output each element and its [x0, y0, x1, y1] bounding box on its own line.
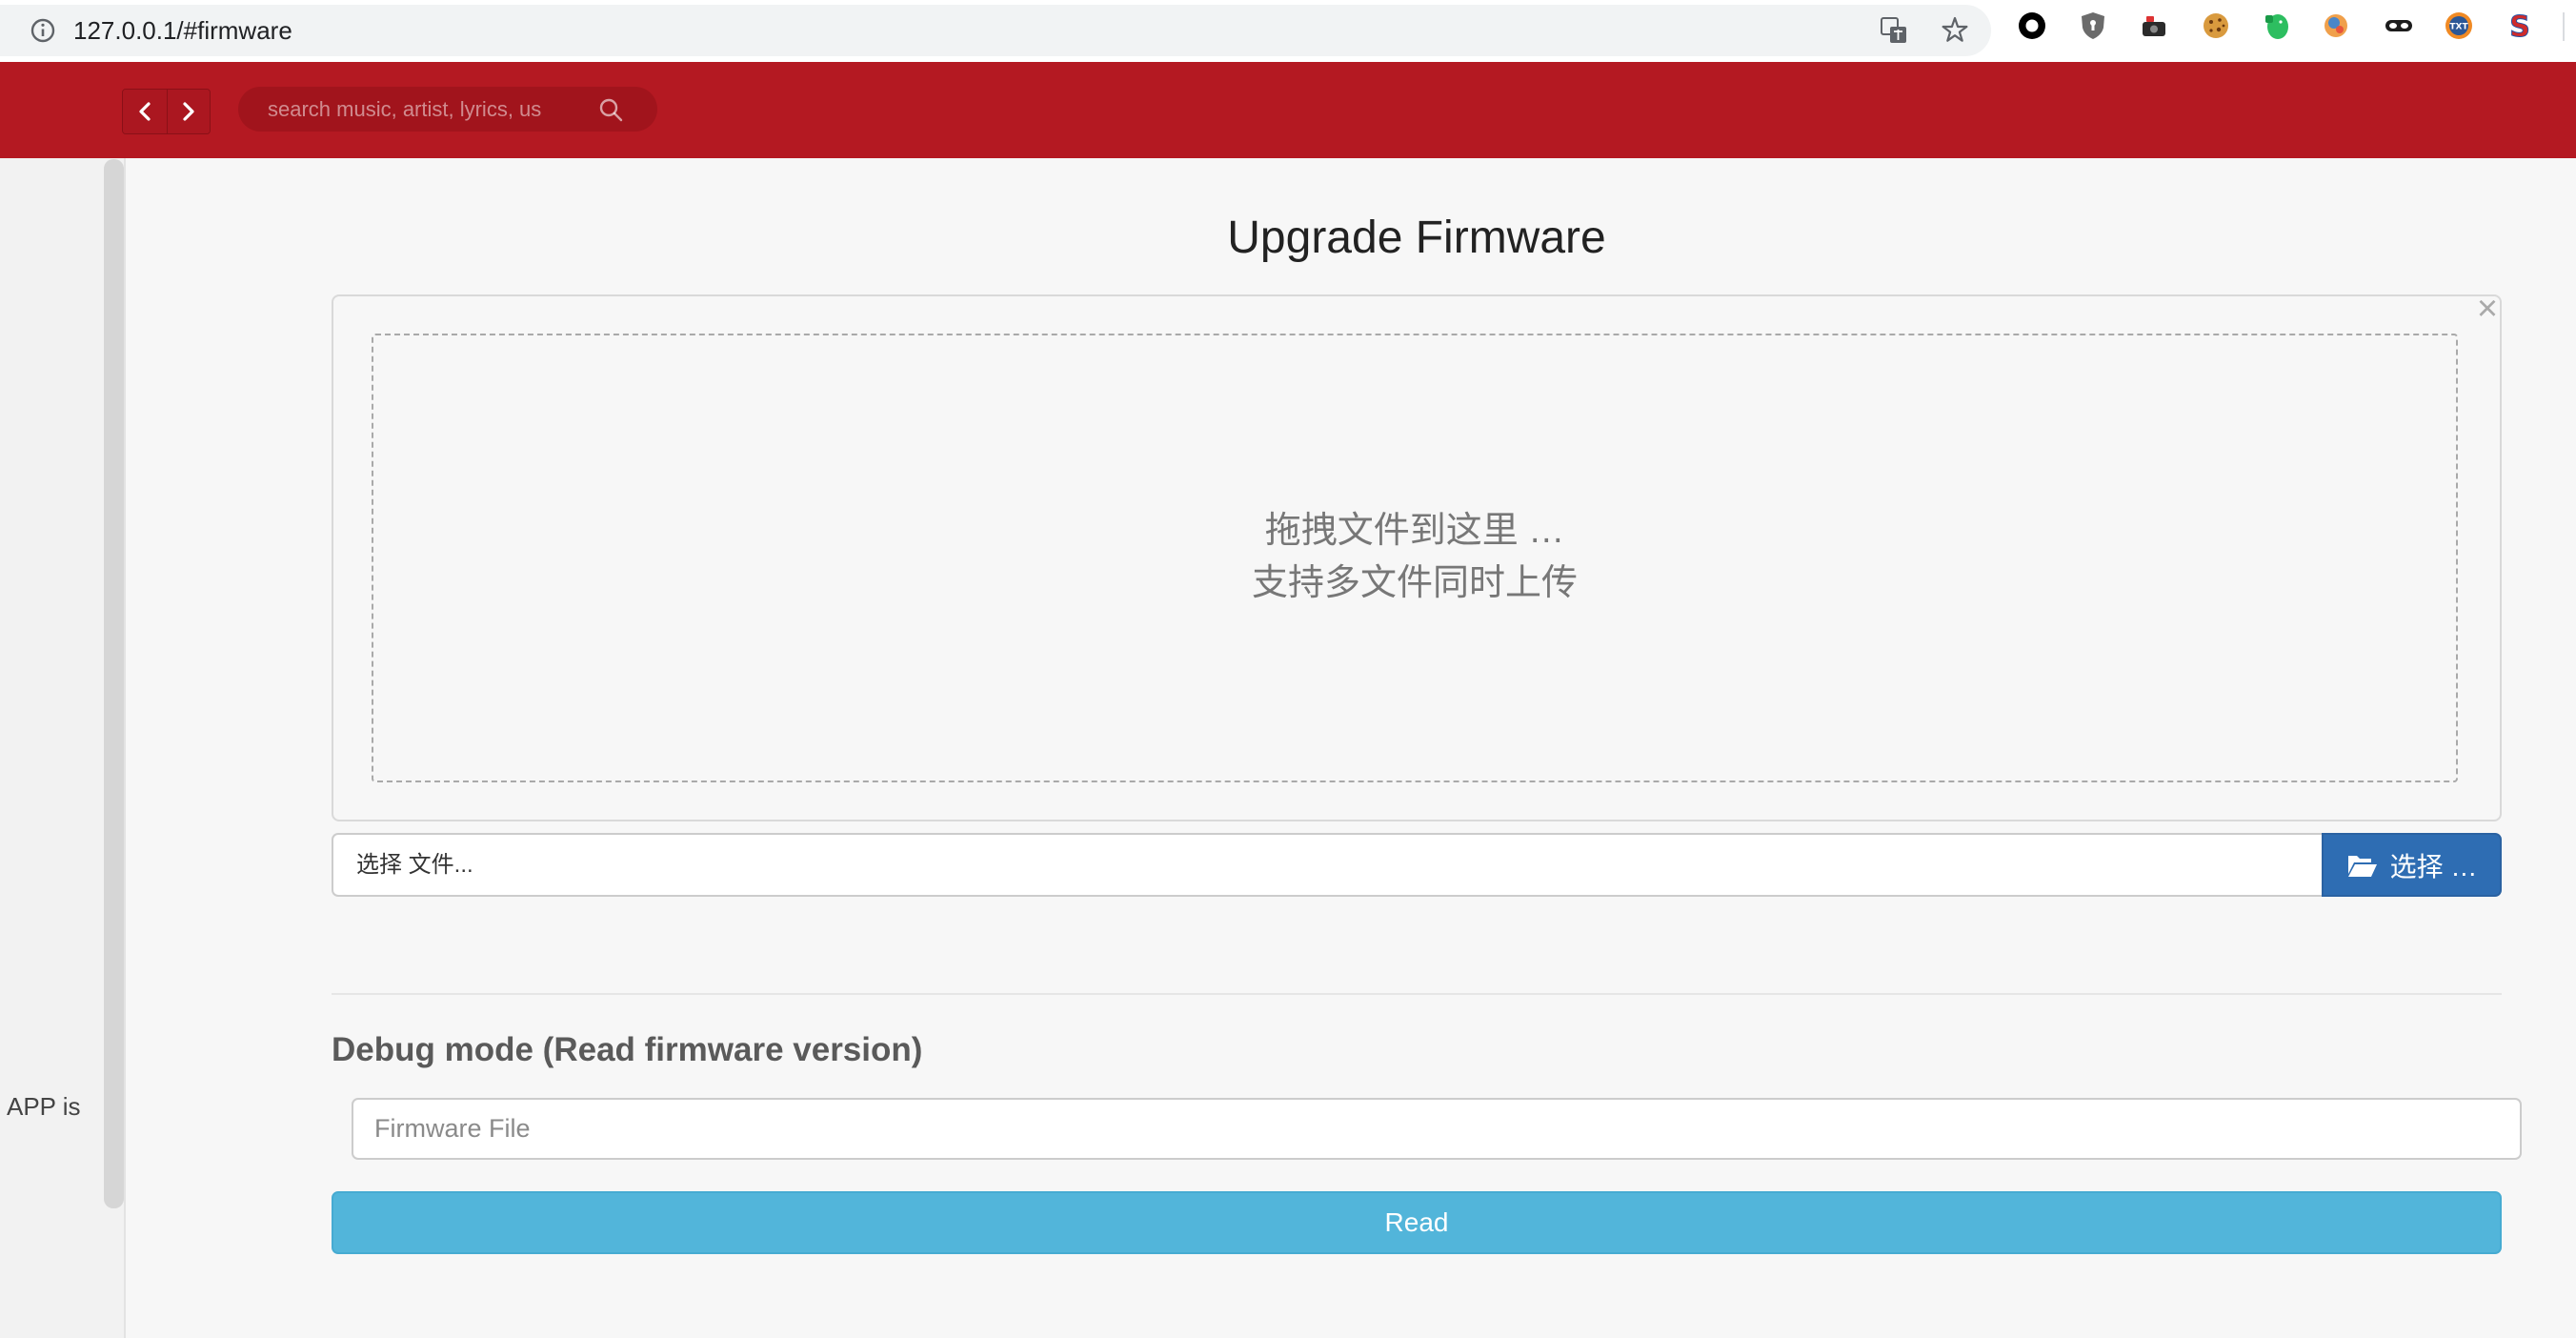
drop-area: 拖拽文件到这里 … 支持多文件同时上传	[372, 334, 2458, 782]
back-button[interactable]	[123, 90, 167, 133]
url-text[interactable]: 127.0.0.1/#firmware	[73, 5, 292, 56]
evernote-extension-icon[interactable]	[2261, 10, 2293, 42]
debug-heading: Debug mode (Read firmware version)	[332, 1031, 923, 1068]
head-extension-icon[interactable]	[2320, 10, 2352, 42]
mask-extension-icon[interactable]	[2383, 10, 2415, 42]
s-extension-icon[interactable]: S	[2504, 10, 2536, 43]
address-bar[interactable]: 127.0.0.1/#firmware	[0, 5, 1991, 56]
drop-hint: 拖拽文件到这里 …	[1264, 511, 1565, 551]
firmware-file-input[interactable]	[352, 1098, 2522, 1160]
drop-instructions: 拖拽文件到这里 … 支持多文件同时上传	[373, 505, 2456, 610]
sidebar-scrollbar[interactable]	[104, 159, 124, 1208]
chevron-right-icon	[183, 102, 194, 121]
svg-text:S: S	[2509, 10, 2530, 42]
main-content: Upgrade Firmware × 拖拽文件到这里 … 支持多文件同时上传 选…	[126, 158, 2576, 1338]
file-dropzone[interactable]: × 拖拽文件到这里 … 支持多文件同时上传	[332, 291, 2502, 821]
multi-file-hint: 支持多文件同时上传	[1251, 563, 1578, 603]
browse-button[interactable]: 选择 …	[2322, 833, 2502, 897]
info-icon[interactable]	[30, 17, 56, 44]
search-input[interactable]	[268, 87, 582, 132]
section-divider	[332, 993, 2502, 995]
close-icon[interactable]: ×	[2469, 291, 2506, 327]
shield-extension-icon[interactable]	[2077, 10, 2109, 42]
file-caption[interactable]: 选择 文件...	[332, 833, 2322, 897]
svg-text:TXT: TXT	[2449, 23, 2468, 32]
folder-open-icon	[2347, 855, 2377, 877]
chevron-left-icon	[139, 102, 151, 121]
translate-icon[interactable]	[1879, 15, 1909, 46]
page-title: Upgrade Firmware	[1227, 213, 1606, 263]
app-header	[0, 62, 2576, 158]
history-nav	[122, 89, 211, 134]
browser-toolbar: 127.0.0.1/#firmware TXT S	[0, 0, 2576, 62]
browse-label: 选择 …	[2389, 851, 2478, 882]
file-input-group: 选择 文件... 选择 …	[332, 833, 2502, 897]
sidebar: APP is	[0, 158, 126, 1338]
camera-extension-icon[interactable]	[2138, 10, 2170, 42]
search-box	[238, 87, 657, 132]
search-icon[interactable]	[598, 97, 623, 122]
toolbar-separator	[2563, 12, 2565, 41]
app-status-text: APP is	[7, 1092, 81, 1121]
txt-extension-icon[interactable]: TXT	[2443, 10, 2475, 42]
bookmark-star-icon[interactable]	[1940, 15, 1970, 46]
read-button[interactable]: Read	[332, 1191, 2502, 1254]
ring-extension-icon[interactable]	[2016, 10, 2048, 42]
forward-button[interactable]	[166, 90, 210, 133]
cookie-extension-icon[interactable]	[2200, 10, 2232, 42]
